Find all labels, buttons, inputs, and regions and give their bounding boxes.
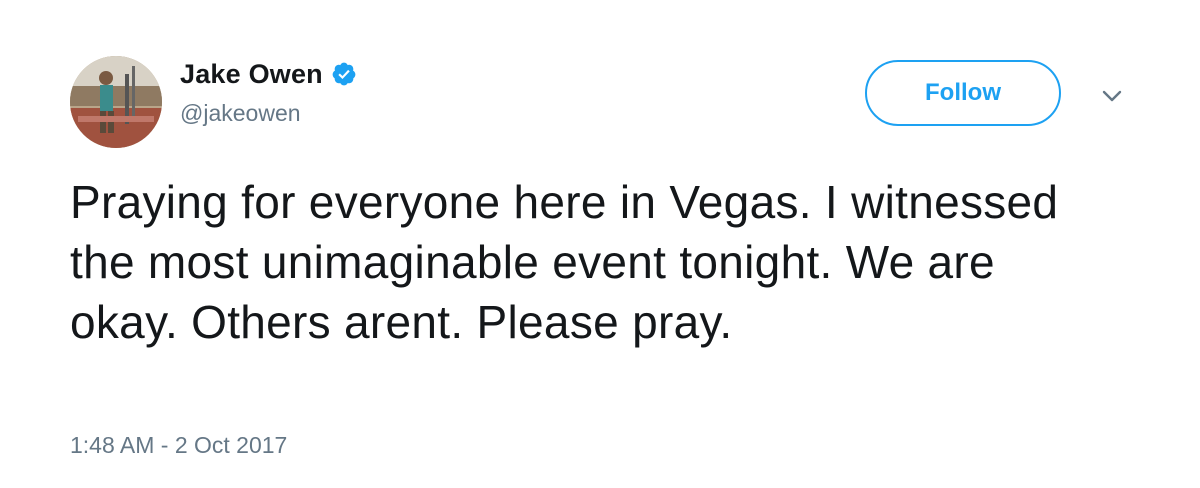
tweet-text: Praying for everyone here in Vegas. I wi… xyxy=(70,176,1059,348)
follow-button[interactable]: Follow xyxy=(865,60,1061,126)
tweet-card: Jake Owen @jakeowen Follow Praying for e… xyxy=(0,0,1200,488)
display-name[interactable]: Jake Owen xyxy=(180,59,323,90)
user-handle[interactable]: @jakeowen xyxy=(180,100,301,127)
avatar-image xyxy=(70,56,162,148)
avatar[interactable] xyxy=(70,56,162,148)
tweet-timestamp[interactable]: 1:48 AM - 2 Oct 2017 xyxy=(70,432,287,459)
verified-badge-icon xyxy=(332,62,356,86)
name-row: Jake Owen xyxy=(180,56,357,92)
chevron-down-icon[interactable] xyxy=(1098,84,1126,108)
